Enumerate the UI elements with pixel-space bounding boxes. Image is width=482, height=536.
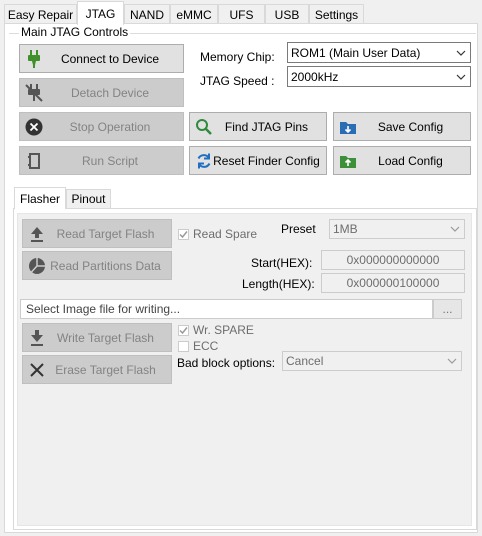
stop-button[interactable]: Stop Operation: [19, 112, 184, 141]
tab-nand[interactable]: NAND: [124, 4, 170, 24]
find-jtag-pins-button[interactable]: Find JTAG Pins: [189, 112, 327, 141]
connect-button[interactable]: Connect to Device: [19, 44, 184, 73]
load-folder-icon: [339, 152, 357, 170]
unplug-icon: [25, 83, 43, 102]
read-spare-checkbox[interactable]: Read Spare: [178, 227, 257, 241]
load-config-button[interactable]: Load Config: [333, 146, 471, 175]
ecc-label: ECC: [193, 339, 219, 353]
bad-block-select[interactable]: Cancel: [282, 351, 462, 371]
tab-settings[interactable]: Settings: [309, 4, 364, 24]
read-spare-label: Read Spare: [193, 227, 258, 241]
chevron-down-icon: [447, 358, 457, 364]
refresh-icon: [195, 152, 213, 170]
image-file-input[interactable]: Select Image file for writing...: [20, 299, 433, 319]
tab-flasher[interactable]: Flasher: [14, 187, 66, 209]
main-jtag-group-title: Main JTAG Controls: [19, 25, 131, 39]
save-config-button[interactable]: Save Config: [333, 112, 471, 141]
connect-button-label: Connect to Device: [60, 51, 160, 66]
chevron-down-icon: [456, 74, 466, 80]
jtag-speed-label: JTAG Speed :: [200, 74, 275, 88]
wr-spare-checkbox[interactable]: Wr. SPARE: [178, 323, 254, 337]
tab-pinout[interactable]: Pinout: [66, 189, 111, 208]
jtag-speed-value: 2000kHz: [291, 69, 339, 84]
read-partitions-label: Read Partitions Data: [50, 258, 161, 273]
memory-chip-label: Memory Chip:: [200, 50, 275, 64]
chevron-down-icon: [450, 226, 460, 232]
reset-finder-button[interactable]: Reset Finder Config: [189, 146, 327, 175]
erase-target-flash-label: Erase Target Flash: [55, 362, 156, 377]
wr-spare-label: Wr. SPARE: [193, 323, 254, 337]
plug-icon: [25, 49, 43, 68]
bad-block-value: Cancel: [286, 354, 324, 368]
start-hex-field[interactable]: 0x000000000000: [321, 250, 465, 270]
tab-easy-repair[interactable]: Easy Repair: [4, 4, 77, 24]
run-script-button-label: Run Script: [81, 153, 139, 168]
tab-ufs[interactable]: UFS: [218, 4, 265, 24]
download-arrow-icon: [28, 329, 46, 347]
detach-button-label: Detach Device: [70, 85, 150, 100]
tab-jtag[interactable]: JTAG: [77, 1, 124, 25]
run-script-button[interactable]: Run Script: [19, 146, 184, 175]
read-target-flash-label: Read Target Flash: [56, 226, 155, 241]
write-target-flash-label: Write Target Flash: [57, 330, 154, 345]
memory-chip-select[interactable]: ROM1 (Main User Data): [287, 42, 471, 63]
read-partitions-button[interactable]: Read Partitions Data: [22, 251, 172, 280]
preset-label: Preset: [281, 222, 316, 236]
preset-select[interactable]: 1MB: [329, 219, 465, 239]
stop-button-label: Stop Operation: [69, 119, 151, 134]
bad-block-label: Bad block options:: [177, 356, 276, 370]
preset-value: 1MB: [333, 222, 358, 236]
script-icon: [25, 152, 43, 170]
erase-target-flash-button[interactable]: Erase Target Flash: [22, 355, 172, 384]
length-hex-field[interactable]: 0x000000100000: [321, 273, 465, 293]
tab-usb[interactable]: USB: [265, 4, 309, 24]
browse-button[interactable]: ...: [433, 299, 462, 319]
upload-arrow-icon: [28, 225, 46, 243]
stop-circle-icon: [25, 118, 43, 136]
write-target-flash-button[interactable]: Write Target Flash: [22, 323, 172, 352]
jtag-speed-select[interactable]: 2000kHz: [287, 66, 471, 87]
tab-emmc[interactable]: eMMC: [170, 4, 218, 24]
save-folder-icon: [339, 118, 357, 136]
ecc-checkbox[interactable]: ECC: [178, 339, 218, 353]
detach-button[interactable]: Detach Device: [19, 78, 184, 107]
length-hex-label: Length(HEX):: [242, 277, 315, 291]
reset-finder-label: Reset Finder Config: [213, 153, 320, 168]
check-icon: [178, 324, 189, 336]
close-icon: [28, 361, 46, 379]
memory-chip-value: ROM1 (Main User Data): [291, 45, 421, 60]
find-jtag-pins-label: Find JTAG Pins: [224, 119, 309, 134]
load-config-label: Load Config: [378, 153, 443, 168]
magnifier-icon: [195, 118, 213, 136]
pie-chart-icon: [28, 257, 46, 275]
chevron-down-icon: [456, 50, 466, 56]
save-config-label: Save Config: [377, 119, 444, 134]
start-hex-label: Start(HEX):: [251, 256, 313, 270]
check-icon: [178, 228, 189, 240]
read-target-flash-button[interactable]: Read Target Flash: [22, 219, 172, 248]
